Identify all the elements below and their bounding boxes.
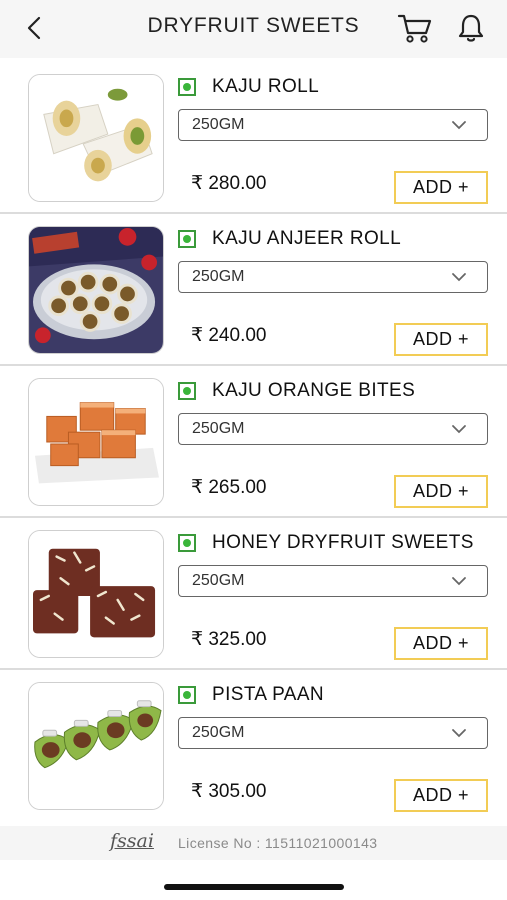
product-item: KAJU ROLL 250GM ₹ 280.00 ADD + (0, 62, 507, 214)
add-to-cart-button[interactable]: ADD + (394, 627, 488, 660)
product-item: KAJU ANJEER ROLL 250GM ₹ 240.00 ADD + (0, 214, 507, 366)
chevron-down-icon (452, 273, 466, 282)
weight-select[interactable]: 250GM (178, 717, 488, 749)
product-list: KAJU ROLL 250GM ₹ 280.00 ADD + KAJU ANJE… (0, 62, 507, 822)
weight-value: 250GM (192, 724, 245, 741)
veg-icon (178, 230, 196, 248)
license-footer: fssai License No : 11511021000143 (0, 826, 507, 860)
add-to-cart-button[interactable]: ADD + (394, 779, 488, 812)
weight-select[interactable]: 250GM (178, 413, 488, 445)
product-price: ₹ 325.00 (191, 629, 267, 650)
product-price: ₹ 305.00 (191, 781, 267, 802)
chevron-down-icon (452, 729, 466, 738)
product-name: HONEY DRYFRUIT SWEETS (212, 532, 474, 553)
veg-icon (178, 686, 196, 704)
product-name: PISTA PAAN (212, 684, 325, 705)
cart-icon[interactable] (397, 12, 433, 44)
veg-icon (178, 534, 196, 552)
home-indicator[interactable] (164, 884, 344, 890)
product-item: PISTA PAAN 250GM ₹ 305.00 ADD + (0, 670, 507, 822)
kaju-roll-image[interactable] (28, 74, 164, 202)
weight-value: 250GM (192, 268, 245, 285)
weight-value: 250GM (192, 572, 245, 589)
veg-icon (178, 382, 196, 400)
product-name: KAJU ORANGE BITES (212, 380, 416, 401)
fssai-logo: fssai (110, 830, 154, 852)
weight-select[interactable]: 250GM (178, 261, 488, 293)
product-price: ₹ 280.00 (191, 173, 267, 194)
chevron-down-icon (452, 425, 466, 434)
add-to-cart-button[interactable]: ADD + (394, 171, 488, 204)
license-number: License No : 11511021000143 (178, 835, 378, 851)
weight-select[interactable]: 250GM (178, 565, 488, 597)
honey-dryfruit-sweets-image[interactable] (28, 530, 164, 658)
product-item: HONEY DRYFRUIT SWEETS 250GM ₹ 325.00 ADD… (0, 518, 507, 670)
product-price: ₹ 265.00 (191, 477, 267, 498)
add-to-cart-button[interactable]: ADD + (394, 475, 488, 508)
kaju-orange-bites-image[interactable] (28, 378, 164, 506)
weight-select[interactable]: 250GM (178, 109, 488, 141)
product-name: KAJU ROLL (212, 76, 320, 97)
kaju-anjeer-roll-image[interactable] (28, 226, 164, 354)
product-item: KAJU ORANGE BITES 250GM ₹ 265.00 ADD + (0, 366, 507, 518)
weight-value: 250GM (192, 420, 245, 437)
bell-icon[interactable] (455, 12, 487, 44)
pista-paan-image[interactable] (28, 682, 164, 810)
chevron-down-icon (452, 577, 466, 586)
chevron-down-icon (452, 121, 466, 130)
product-price: ₹ 240.00 (191, 325, 267, 346)
header-bar: DRYFRUIT SWEETS (0, 0, 507, 58)
weight-value: 250GM (192, 116, 245, 133)
veg-icon (178, 78, 196, 96)
add-to-cart-button[interactable]: ADD + (394, 323, 488, 356)
product-name: KAJU ANJEER ROLL (212, 228, 402, 249)
